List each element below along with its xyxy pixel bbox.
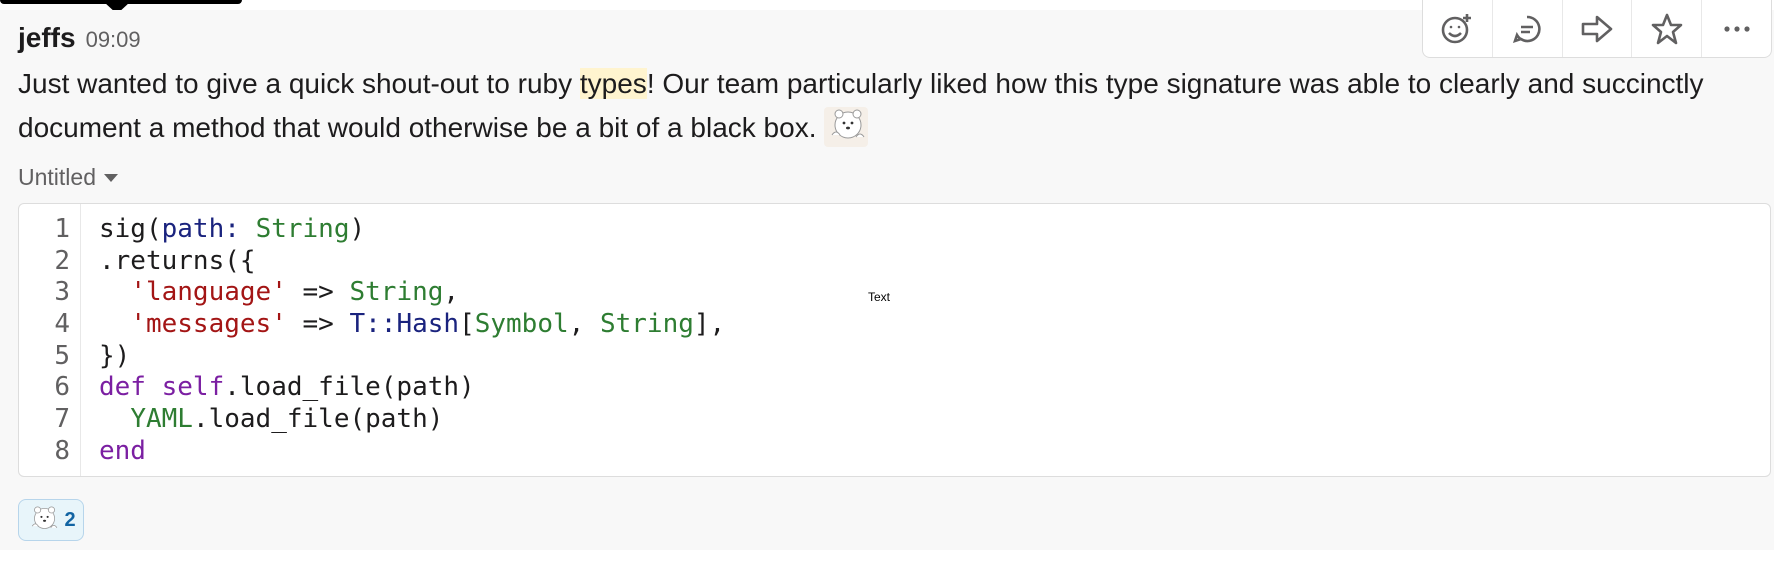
code-token: String (349, 277, 444, 308)
add-reaction-icon (1442, 13, 1472, 43)
code-token: String (255, 214, 350, 244)
line-number: 8 (54, 435, 70, 466)
chevron-down-icon (103, 173, 118, 182)
line-number: 3 (54, 277, 70, 308)
code-snippet[interactable]: 12345678 sig(path: String) .returns({ 'la… (18, 203, 1771, 477)
line-number: 4 (54, 309, 70, 340)
bear-peeking-icon (824, 107, 869, 147)
message-body: Just wanted to give a quick shout-out to… (18, 62, 1718, 150)
code-line: 'language' => String, (99, 277, 725, 309)
code-token: .load_file(path) (224, 372, 475, 403)
reaction-pill[interactable]: 2 (18, 499, 84, 541)
code-line: sig(path: String) (99, 214, 725, 246)
line-number: 2 (54, 245, 70, 276)
code-token: path: (161, 214, 240, 244)
line-number: 7 (54, 404, 70, 435)
code-token: 'language' (130, 277, 287, 308)
message-container: jeffs 09:09 Just wanted to give a quick … (0, 0, 1774, 550)
code-token: , (443, 277, 460, 308)
code-token: [ (459, 309, 475, 340)
reply-thread-icon (1513, 15, 1541, 43)
code-token: 'messages' (130, 309, 287, 340)
message-text-before: Just wanted to give a quick shout-out to… (18, 68, 580, 99)
line-number-gutter: 12345678 (19, 204, 81, 476)
snippet-title: Untitled (18, 164, 96, 190)
highlighted-word: types (579, 68, 647, 99)
code-line: def self.load_file(path) (99, 372, 725, 404)
code-token: .load_file(path) (192, 404, 444, 435)
timestamp[interactable]: 09:09 (86, 27, 141, 53)
code-token: YAML (130, 404, 193, 435)
line-number: 6 (54, 372, 70, 403)
code-line: YAML.load_file(path) (99, 404, 725, 436)
more-icon (1723, 25, 1750, 32)
code-token: end (99, 435, 146, 466)
star-button[interactable] (1632, 0, 1703, 57)
code-line: end (99, 436, 725, 468)
more-actions-button[interactable] (1702, 0, 1771, 57)
code-token: => (286, 309, 350, 340)
code-token: , (568, 309, 600, 340)
code-token: Symbol (474, 309, 569, 340)
bear-peeking-icon (32, 506, 58, 529)
username[interactable]: jeffs (18, 22, 76, 54)
snippet-title-toggle[interactable]: Untitled (18, 164, 118, 191)
reaction-count: 2 (64, 508, 76, 531)
code-content: sig(path: String) .returns({ 'language' =… (99, 214, 725, 468)
code-token: def (99, 372, 146, 403)
code-token: self (161, 372, 225, 403)
floating-text-label: Text (868, 290, 891, 304)
code-token: => (286, 277, 350, 308)
star-icon (1651, 13, 1683, 44)
code-token: T::Hash (349, 309, 460, 340)
reply-thread-button[interactable] (1493, 0, 1563, 57)
code-token: String (599, 309, 694, 340)
message-header: jeffs 09:09 (18, 22, 141, 54)
share-button[interactable] (1563, 0, 1633, 57)
add-reaction-button[interactable] (1423, 0, 1493, 57)
code-token: sig( (99, 214, 162, 244)
code-token: }) (99, 340, 131, 371)
message-actions-toolbar (1422, 0, 1772, 58)
code-line: }) (99, 341, 725, 373)
code-token: ], (693, 309, 726, 340)
code-line: 'messages' => T::Hash[Symbol, String], (99, 309, 725, 341)
code-token: .returns({ (99, 245, 256, 276)
code-token: ) (349, 214, 366, 244)
line-number: 1 (54, 214, 70, 244)
code-line: .returns({ (99, 246, 725, 278)
line-number: 5 (54, 340, 70, 371)
share-icon (1581, 15, 1613, 42)
